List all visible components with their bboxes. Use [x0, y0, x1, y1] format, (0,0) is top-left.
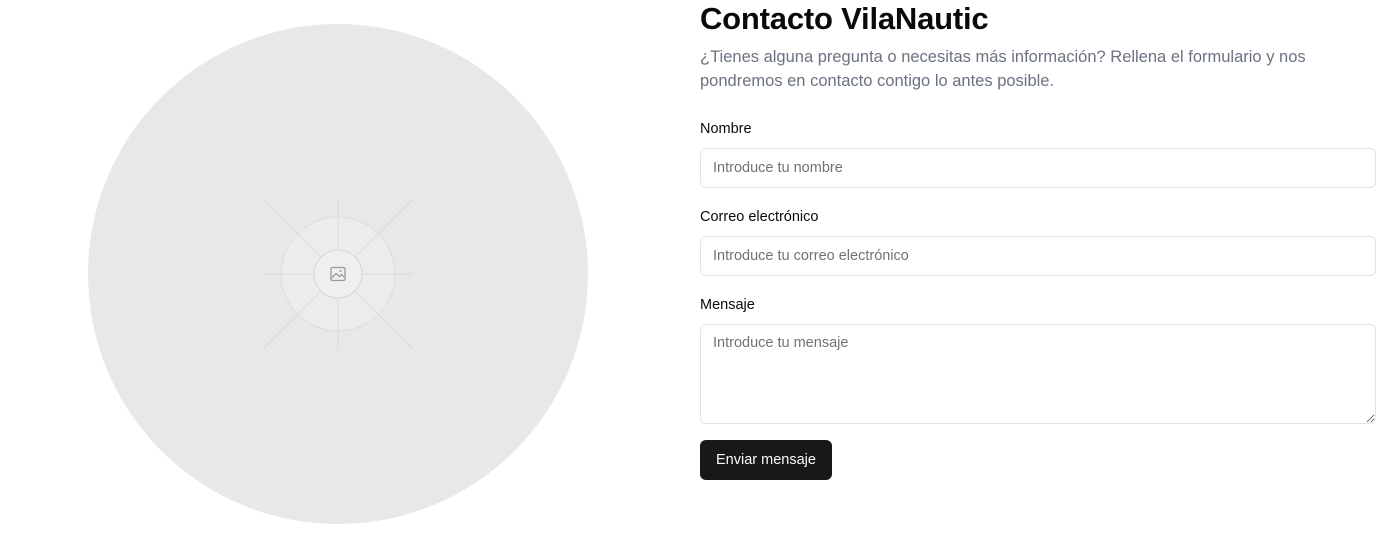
- placeholder-graphic: [262, 198, 414, 350]
- email-input[interactable]: [700, 236, 1376, 276]
- contact-form-section: Contacto VilaNautic ¿Tienes alguna pregu…: [700, 0, 1376, 480]
- image-placeholder: [88, 24, 588, 524]
- submit-button[interactable]: Enviar mensaje: [700, 440, 832, 480]
- page-subtitle: ¿Tienes alguna pregunta o necesitas más …: [700, 48, 1306, 90]
- name-input[interactable]: [700, 148, 1376, 188]
- email-label: Correo electrónico: [700, 209, 819, 225]
- message-textarea[interactable]: [700, 324, 1376, 424]
- name-label: Nombre: [700, 121, 752, 137]
- contact-page: Contacto VilaNautic ¿Tienes alguna pregu…: [0, 0, 1376, 548]
- page-title: Contacto VilaNautic: [700, 1, 989, 36]
- message-label: Mensaje: [700, 297, 755, 313]
